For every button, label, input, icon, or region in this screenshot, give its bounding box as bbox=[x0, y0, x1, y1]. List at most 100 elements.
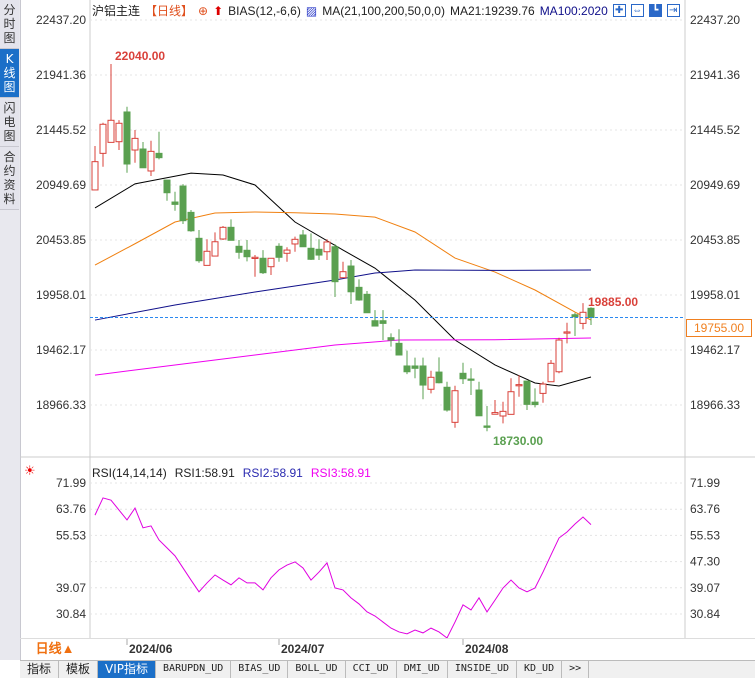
price-label-left: 19958.01 bbox=[36, 288, 86, 302]
rsi-label-left: 30.84 bbox=[56, 607, 86, 621]
candle-body[interactable] bbox=[387, 337, 395, 341]
candle-body[interactable] bbox=[451, 390, 459, 423]
candle-body[interactable] bbox=[163, 179, 171, 194]
candle-body[interactable] bbox=[227, 226, 235, 241]
candle-body[interactable] bbox=[499, 410, 507, 417]
candle-body[interactable] bbox=[539, 383, 547, 394]
candle-body[interactable] bbox=[355, 286, 363, 301]
candle-body[interactable] bbox=[123, 111, 131, 165]
indicator-tab[interactable]: VIP指标 bbox=[98, 661, 157, 678]
candle-body[interactable] bbox=[443, 386, 451, 411]
price-label-left: 22437.20 bbox=[36, 13, 86, 27]
indicator-settings-icon[interactable]: ☀ bbox=[24, 463, 36, 479]
candle-body[interactable] bbox=[331, 246, 339, 283]
indicator-tab[interactable]: >> bbox=[562, 661, 590, 678]
candle-body[interactable] bbox=[467, 378, 475, 381]
candle-body[interactable] bbox=[555, 339, 563, 373]
candle-body[interactable] bbox=[275, 245, 283, 258]
candle-body[interactable] bbox=[403, 365, 411, 373]
candle-body[interactable] bbox=[571, 314, 579, 318]
exit-icon[interactable]: ⇥ bbox=[666, 4, 680, 17]
candle-body[interactable] bbox=[91, 161, 99, 191]
candle-body[interactable] bbox=[563, 331, 571, 334]
price-label-right: 22437.20 bbox=[690, 13, 740, 27]
candle-body[interactable] bbox=[363, 293, 371, 314]
recent-high-annotation: 19885.00 bbox=[588, 295, 638, 309]
candle-body[interactable] bbox=[371, 320, 379, 327]
candle-body[interactable] bbox=[171, 201, 179, 205]
date-label: 2024/08 bbox=[465, 642, 509, 656]
candle-body[interactable] bbox=[507, 391, 515, 415]
candle-body[interactable] bbox=[251, 256, 259, 259]
candle-body[interactable] bbox=[523, 380, 531, 405]
candle-body[interactable] bbox=[139, 148, 147, 169]
indicator-tab[interactable]: 模板 bbox=[59, 661, 99, 678]
zoom-range-icon[interactable]: ⇔ bbox=[630, 4, 644, 17]
indicator-tabs: 指标 模板 VIP指标 BARUPDN_UD BIAS_UD BOLL_UD CCI_UD D… bbox=[20, 660, 755, 678]
indicator-tab[interactable]: BARUPDN_UD bbox=[156, 661, 232, 678]
period-label[interactable]: 【日线】 bbox=[145, 2, 193, 19]
indicator-tab[interactable]: BIAS_UD bbox=[231, 661, 289, 678]
candle-body[interactable] bbox=[411, 365, 419, 369]
indicator-tab[interactable]: 指标 bbox=[20, 661, 60, 678]
period-button[interactable]: 日线▲ bbox=[20, 640, 90, 658]
indicator-tab[interactable]: DMI_UD bbox=[397, 661, 448, 678]
ma-line bbox=[94, 337, 592, 376]
indicator-tab[interactable]: BOLL_UD bbox=[288, 661, 346, 678]
candle-body[interactable] bbox=[155, 152, 163, 159]
ma-params[interactable]: MA(21,100,200,50,0,0) bbox=[322, 4, 445, 18]
candle-body[interactable] bbox=[115, 122, 123, 143]
candle-body[interactable] bbox=[587, 307, 595, 319]
price-label-right: 19958.01 bbox=[690, 288, 740, 302]
candle-body[interactable] bbox=[475, 389, 483, 417]
candle-body[interactable] bbox=[459, 372, 467, 380]
crosshair-toggle-icon[interactable]: ⊕ bbox=[198, 4, 208, 18]
candle-body[interactable] bbox=[291, 238, 299, 245]
rsi-label-right: 39.07 bbox=[690, 581, 720, 595]
candle-body[interactable] bbox=[219, 226, 227, 240]
crosshair-icon[interactable]: ✚ bbox=[612, 4, 626, 17]
candle-body[interactable] bbox=[435, 371, 443, 384]
candle-body[interactable] bbox=[147, 150, 155, 172]
candle-body[interactable] bbox=[339, 271, 347, 279]
candle-body[interactable] bbox=[491, 412, 499, 415]
candle-body[interactable] bbox=[243, 249, 251, 258]
candle-body[interactable] bbox=[179, 185, 187, 222]
candle-body[interactable] bbox=[107, 119, 115, 143]
rsi-header: RSI(14,14,14) RSI1:58.91 RSI2:58.91 RSI3… bbox=[92, 466, 371, 480]
candle-body[interactable] bbox=[531, 401, 539, 406]
candle-body[interactable] bbox=[283, 249, 291, 254]
current-price-tag: 19755.00 bbox=[686, 318, 752, 337]
candle-body[interactable] bbox=[315, 248, 323, 256]
ma-chart-icon[interactable]: ▨ bbox=[306, 4, 317, 18]
indicator-tab[interactable]: INSIDE_UD bbox=[448, 661, 517, 678]
up-arrow-icon: ⬆ bbox=[213, 3, 224, 18]
indicator-tab[interactable]: CCI_UD bbox=[346, 661, 397, 678]
candle-body[interactable] bbox=[99, 123, 107, 154]
candle-body[interactable] bbox=[419, 365, 427, 386]
candle-body[interactable] bbox=[211, 241, 219, 257]
candle-body[interactable] bbox=[379, 320, 387, 324]
candle-body[interactable] bbox=[203, 250, 211, 266]
candle-body[interactable] bbox=[131, 137, 139, 151]
candle-body[interactable] bbox=[307, 247, 315, 260]
candle-body[interactable] bbox=[347, 265, 355, 293]
kline-chart[interactable]: 22437.20 22437.20 21941.36 21941.36 21445.52… bbox=[0, 0, 755, 677]
bias-indicator[interactable]: BIAS(12,-6,6) bbox=[228, 4, 301, 18]
bar-chart-icon[interactable]: ┗ bbox=[648, 4, 662, 17]
candle-body[interactable] bbox=[267, 257, 275, 268]
candle-body[interactable] bbox=[259, 257, 267, 274]
candle-body[interactable] bbox=[483, 425, 491, 428]
candle-body[interactable] bbox=[427, 376, 435, 390]
candle-body[interactable] bbox=[187, 211, 195, 232]
candle-body[interactable] bbox=[323, 241, 331, 253]
candle-body[interactable] bbox=[195, 237, 203, 262]
candle-body[interactable] bbox=[547, 362, 555, 383]
candle-body[interactable] bbox=[515, 384, 523, 387]
indicator-tab[interactable]: KD_UD bbox=[517, 661, 563, 678]
candle-body[interactable] bbox=[299, 234, 307, 248]
price-label-right: 20949.69 bbox=[690, 178, 740, 192]
candle-body[interactable] bbox=[235, 245, 243, 253]
rsi-title[interactable]: RSI(14,14,14) bbox=[92, 466, 167, 480]
candle-body[interactable] bbox=[395, 342, 403, 356]
